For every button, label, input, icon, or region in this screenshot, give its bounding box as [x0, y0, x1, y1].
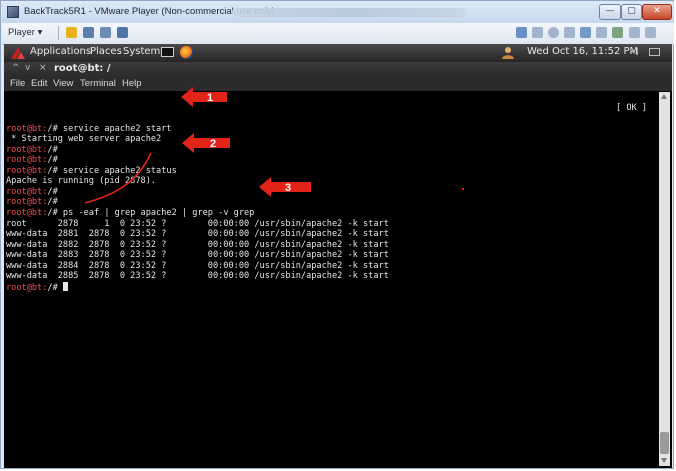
blurred-redaction [232, 8, 467, 17]
annotation-arrow-2: 2 [182, 133, 230, 153]
close-terminal-icon[interactable]: × [39, 63, 47, 73]
terminal-line-text: /# [47, 155, 58, 166]
terminal-title: root@bt: / [54, 63, 111, 74]
shell-prompt: root@bt: [6, 282, 48, 293]
clock[interactable]: Wed Oct 16, 11:52 PM [527, 46, 638, 57]
annotation-number-3: 3 [285, 182, 291, 194]
shell-prompt: root@bt: [6, 208, 48, 219]
annotation-arrow-3: 3 [259, 177, 311, 197]
menu-places[interactable]: Places [90, 46, 122, 57]
terminal-line-text: /# [47, 282, 63, 293]
menu-system[interactable]: System [123, 46, 160, 57]
backtrack-logo-icon[interactable] [10, 46, 26, 60]
terminal-line: * Starting web server apache2 [6, 134, 656, 145]
terminal-title-bar[interactable]: ^ v × root@bt: / [4, 62, 672, 77]
usb-icon[interactable] [596, 27, 607, 38]
terminal-line: www-data 2883 2878 0 23:52 ? 00:00:00 /u… [6, 250, 656, 261]
menu-edit[interactable]: Edit [31, 78, 47, 89]
window-title-bar[interactable]: BackTrack5R1 - VMware Player (Non-commer… [2, 2, 674, 23]
annotation-arrow-1: 1 [181, 87, 227, 107]
network-icon[interactable] [580, 27, 591, 38]
floppy-icon[interactable] [564, 27, 575, 38]
terminal-line: www-data 2881 2878 0 23:52 ? 00:00:00 /u… [6, 229, 656, 240]
terminal-line: www-data 2882 2878 0 23:52 ? 00:00:00 /u… [6, 240, 656, 251]
scroll-up-icon[interactable] [661, 94, 667, 99]
menu-file[interactable]: File [10, 78, 25, 89]
printer-icon[interactable] [532, 27, 543, 38]
terminal-menu-bar: File Edit View Terminal Help [4, 77, 672, 91]
minimize-button[interactable]: — [599, 4, 621, 20]
annotation-number-2: 2 [210, 138, 216, 150]
shell-prompt: root@bt: [6, 123, 48, 134]
menu-applications[interactable]: Applications [30, 46, 91, 57]
terminal-line: root@bt:/# ps -eaf | grep apache2 | grep… [6, 208, 656, 219]
terminal-line-text: www-data 2883 2878 0 23:52 ? 00:00:00 /u… [6, 250, 389, 261]
guest-screen[interactable]: Applications Places System Wed Oct 16, 1… [4, 44, 672, 468]
terminal-line: www-data 2884 2878 0 23:52 ? 00:00:00 /u… [6, 261, 656, 272]
terminal-line: root@bt:/# service apache2 start [6, 124, 656, 135]
terminal-line-text: www-data 2882 2878 0 23:52 ? 00:00:00 /u… [6, 239, 389, 250]
terminal-launcher-icon[interactable] [161, 47, 174, 57]
gnome-top-panel: Applications Places System Wed Oct 16, 1… [4, 44, 672, 62]
terminal-scrollbar[interactable] [659, 92, 670, 466]
fullscreen-icon[interactable] [100, 27, 111, 38]
cd-icon[interactable] [548, 27, 559, 38]
volume-icon[interactable]: ◁ [631, 47, 640, 57]
terminal-line-text: /# service apache2 start [47, 123, 172, 134]
send-ctrl-alt-del-icon[interactable] [83, 27, 94, 38]
ok-status: [ OK ] [616, 102, 648, 113]
unity-icon[interactable] [117, 27, 128, 38]
terminal-line-text: /# [47, 197, 58, 208]
scrollbar-thumb[interactable] [660, 432, 669, 454]
shell-prompt: root@bt: [6, 197, 48, 208]
terminal-line-text: root 2878 1 0 23:52 ? 00:00:00 /usr/sbin… [6, 218, 389, 229]
sound-icon[interactable] [612, 27, 623, 38]
shell-prompt: root@bt: [6, 144, 48, 155]
menu-help[interactable]: Help [122, 78, 142, 89]
vmware-app-icon [7, 6, 19, 18]
vmware-window: BackTrack5R1 - VMware Player (Non-commer… [0, 0, 674, 469]
shell-prompt: root@bt: [6, 165, 48, 176]
terminal-line: root 2878 1 0 23:52 ? 00:00:00 /usr/sbin… [6, 219, 656, 230]
firefox-icon[interactable] [180, 46, 193, 59]
terminal-cursor [62, 281, 68, 291]
message-icon[interactable] [645, 27, 656, 38]
vmware-toolbar: Player ▾ [2, 23, 674, 45]
terminal-line-text: www-data 2881 2878 0 23:52 ? 00:00:00 /u… [6, 229, 389, 240]
terminal-line-text: www-data 2884 2878 0 23:52 ? 00:00:00 /u… [6, 260, 389, 271]
toolbar-separator [58, 26, 59, 40]
mail-icon[interactable] [649, 48, 660, 56]
terminal-line-text: /# ps -eaf | grep apache2 | grep -v grep [47, 208, 255, 219]
terminal-line: www-data 2885 2878 0 23:52 ? 00:00:00 /u… [6, 271, 656, 282]
menu-terminal[interactable]: Terminal [80, 78, 116, 89]
terminal-line-text: /# [47, 144, 58, 155]
terminal-line-text: www-data 2885 2878 0 23:52 ? 00:00:00 /u… [6, 271, 389, 282]
close-button[interactable]: ✕ [642, 4, 672, 20]
maximize-button[interactable]: ▢ [621, 4, 642, 20]
shell-prompt: root@bt: [6, 186, 48, 197]
roll-up-icon[interactable]: ^ [12, 63, 20, 73]
user-icon[interactable] [502, 46, 514, 59]
annotation-number-1: 1 [207, 92, 213, 104]
pause-icon[interactable] [66, 27, 77, 38]
arrow-right-icon[interactable] [516, 27, 527, 38]
annotation-dot [462, 188, 464, 190]
terminal-output[interactable]: [ OK ] root@bt:/# service apache2 start … [6, 92, 656, 466]
display-icon[interactable] [629, 27, 640, 38]
minimize-terminal-icon[interactable]: v [25, 63, 30, 73]
terminal-line-text: * Starting web server apache2 [6, 134, 162, 145]
terminal-line: root@bt:/# [6, 281, 656, 293]
terminal-line-text: /# [47, 186, 58, 197]
shell-prompt: root@bt: [6, 155, 48, 166]
scroll-down-icon[interactable] [661, 458, 667, 463]
player-menu-button[interactable]: Player ▾ [8, 27, 42, 38]
menu-view[interactable]: View [53, 78, 73, 89]
annotation-connector-line [84, 152, 152, 204]
